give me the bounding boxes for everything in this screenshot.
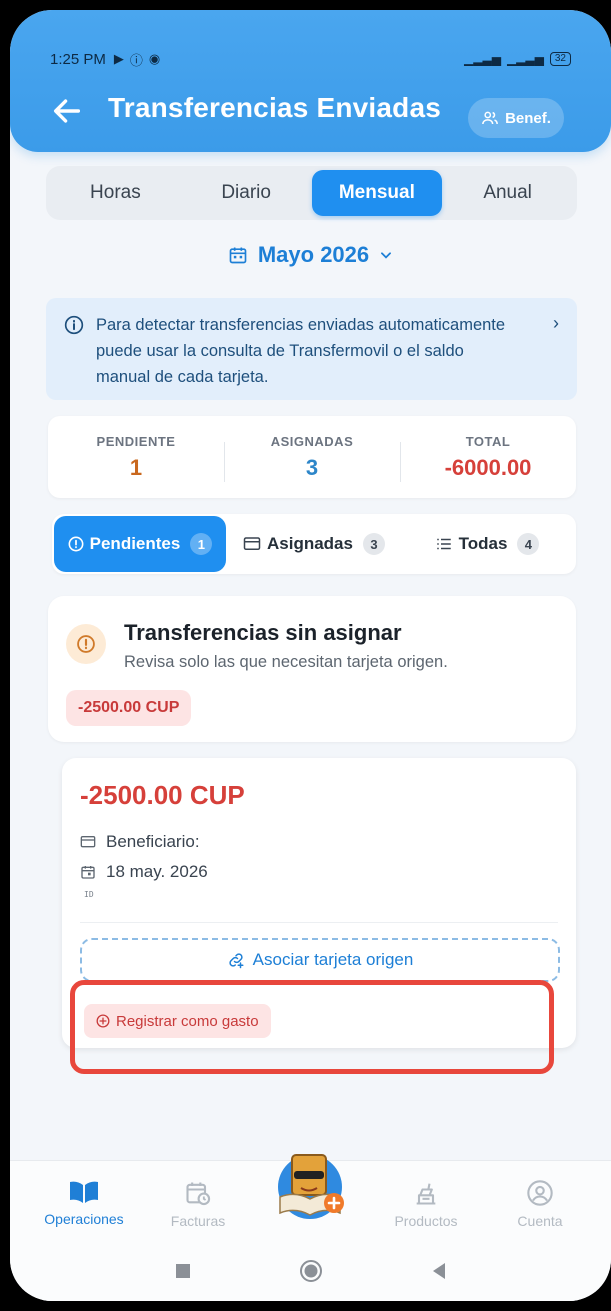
account-icon	[527, 1180, 553, 1206]
stat-value: 1	[129, 454, 143, 480]
play-icon: ▶	[113, 51, 124, 66]
filter-tabs: Pendientes 1 Asignadas 3 Todas 4	[52, 514, 576, 574]
info-banner[interactable]: Para detectar transferencias enviadas au…	[46, 298, 577, 400]
status-time: 1:25 PM	[50, 50, 106, 68]
app-status-icon: ◉	[148, 51, 161, 66]
stat-value: 3	[305, 454, 319, 480]
bottom-navigation: Operaciones Facturas Productos Cuenta	[10, 1154, 611, 1240]
card-title: Transferencias sin asignar	[124, 620, 402, 645]
amount-pill: -2500.00 CUP	[66, 690, 192, 726]
link-plus-icon	[229, 953, 244, 969]
nav-label: Cuenta	[517, 1213, 563, 1229]
date-row: 18 may. 2026	[80, 862, 208, 882]
stat-label: PENDIENTE	[96, 433, 176, 449]
segment-horas[interactable]: Horas	[50, 170, 181, 216]
tab-label: Asignadas	[267, 534, 353, 553]
tab-count: 1	[190, 533, 213, 555]
back-arrow-icon[interactable]	[50, 94, 84, 128]
status-icons: ▶ ⓘ ◉	[114, 50, 160, 69]
nav-label: Operaciones	[44, 1211, 124, 1227]
battery-icon: 32	[549, 52, 571, 66]
list-icon	[436, 538, 451, 550]
segment-diario[interactable]: Diario	[181, 170, 312, 216]
period-segmented-control: Horas Diario Mensual Anual	[46, 166, 577, 220]
transfer-id-label: ID	[84, 890, 94, 899]
month-label: Mayo 2026	[257, 242, 370, 267]
card-subtitle: Revisa solo las que necesitan tarjeta or…	[124, 653, 448, 671]
phone-screen: 1:25 PM ▶ ⓘ ◉ ▁▂▃▅ ▁▂▃▅ 32 Transferencia…	[10, 10, 611, 1301]
nav-label: Productos	[394, 1213, 458, 1229]
stat-total: TOTAL -6000.00	[400, 433, 576, 482]
segment-mensual[interactable]: Mensual	[311, 170, 443, 216]
calendar-clock-icon	[186, 1182, 211, 1206]
segment-anual[interactable]: Anual	[442, 170, 573, 216]
calendar-icon	[229, 247, 247, 264]
transfer-date: 18 may. 2026	[106, 862, 208, 881]
warning-icon	[66, 624, 106, 664]
recents-square-icon[interactable]	[175, 1263, 191, 1279]
card-icon	[243, 537, 261, 550]
associate-label: Asociar tarjeta origen	[252, 950, 414, 969]
page-title: Transferencias Enviadas	[108, 92, 441, 123]
info-status-icon: ⓘ	[129, 52, 143, 68]
associate-card-button[interactable]: Asociar tarjeta origen	[80, 938, 560, 982]
tab-label: Todas	[458, 534, 508, 553]
tab-count: 3	[362, 533, 385, 555]
nav-cuenta[interactable]: Cuenta	[490, 1179, 590, 1229]
highlight-annotation-box	[70, 980, 554, 1074]
info-text: Para detectar transferencias enviadas au…	[96, 316, 506, 386]
signal-icon-2: ▁▂▃▅	[506, 52, 544, 66]
people-icon	[482, 111, 498, 125]
stat-asignadas: ASIGNADAS 3	[224, 433, 400, 482]
stat-label: TOTAL	[465, 433, 511, 449]
products-icon	[416, 1183, 436, 1205]
alert-circle-icon	[68, 536, 84, 552]
signal-icon: ▁▂▃▅	[464, 52, 501, 66]
transfer-amount: -2500.00 CUP	[80, 780, 245, 810]
divider	[80, 922, 558, 923]
info-icon	[64, 315, 84, 335]
status-bar: 1:25 PM ▶ ⓘ ◉ ▁▂▃▅ ▁▂▃▅ 32	[50, 47, 571, 71]
tab-count: 4	[517, 533, 540, 555]
system-navigation-bar	[10, 1240, 611, 1301]
nav-label: Facturas	[170, 1213, 226, 1229]
chevron-right-icon: ›	[553, 313, 559, 333]
beneficiaries-button[interactable]: Benef.	[468, 98, 564, 138]
stat-pendiente: PENDIENTE 1	[48, 434, 224, 481]
nav-operaciones[interactable]: Operaciones	[34, 1179, 134, 1227]
summary-stats: PENDIENTE 1 ASIGNADAS 3 TOTAL -6000.00	[48, 416, 576, 498]
month-picker[interactable]: Mayo 2026	[10, 242, 611, 268]
tab-label: Pendientes	[89, 534, 181, 553]
chevron-down-icon	[381, 252, 392, 259]
nav-productos[interactable]: Productos	[376, 1179, 476, 1229]
book-icon	[70, 1181, 98, 1203]
tab-asignadas[interactable]: Asignadas 3	[226, 516, 402, 572]
app-header: 1:25 PM ▶ ⓘ ◉ ▁▂▃▅ ▁▂▃▅ 32 Transferencia…	[10, 10, 611, 152]
beneficiary-label: Beneficiario:	[106, 832, 200, 851]
unassigned-summary-card: Transferencias sin asignar Revisa solo l…	[48, 596, 576, 742]
card-icon	[80, 836, 96, 848]
tab-todas[interactable]: Todas 4	[402, 516, 572, 572]
status-right: ▁▂▃▅ ▁▂▃▅ 32	[464, 52, 571, 66]
stat-value: -6000.00	[444, 454, 532, 480]
beneficiaries-label: Benef.	[505, 109, 551, 127]
back-triangle-icon[interactable]	[431, 1262, 447, 1280]
calendar-icon	[81, 866, 95, 879]
stat-label: ASIGNADAS	[270, 433, 354, 449]
mascot-add-fab-icon[interactable]	[270, 1143, 350, 1223]
tab-pendientes[interactable]: Pendientes 1	[54, 516, 226, 572]
home-circle-icon[interactable]	[299, 1259, 323, 1283]
nav-facturas[interactable]: Facturas	[148, 1179, 248, 1229]
beneficiary-row: Beneficiario:	[80, 832, 200, 852]
